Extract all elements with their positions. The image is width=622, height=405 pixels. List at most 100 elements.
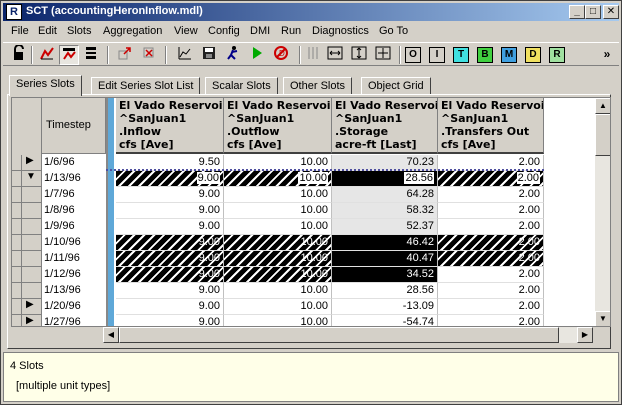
show-i-button[interactable]: I [429,47,445,63]
minimize-button[interactable]: _ [569,5,585,19]
vertical-scrollbar[interactable]: ▲ ▼ [595,98,610,326]
show-b-button[interactable]: B [477,47,493,63]
value-cell[interactable]: 28.56 [332,171,438,187]
value-cell[interactable]: 10.00 [224,299,332,315]
value-cell[interactable]: 28.56 [332,283,438,299]
value-cell[interactable]: 52.37 [332,219,438,235]
row-header[interactable] [12,267,42,283]
tab-scalar-slots[interactable]: Scalar Slots [205,77,278,95]
play-icon[interactable] [247,45,267,65]
plot-icon[interactable] [175,45,195,65]
value-cell[interactable]: 9.00 [116,283,224,299]
value-cell[interactable]: 10.00 [224,267,332,283]
value-cell[interactable]: 2.00 [438,267,544,283]
show-r-button[interactable]: R [549,47,565,63]
value-cell[interactable]: 9.00 [116,235,224,251]
toolbar-overflow-icon[interactable]: » [597,45,617,65]
tab-edit-series-slot-list[interactable]: Edit Series Slot List [91,77,201,95]
value-cell[interactable]: 58.32 [332,203,438,219]
vertical-scroll-thumb[interactable] [595,114,610,156]
value-cell[interactable]: 9.00 [116,251,224,267]
column-header-inflow[interactable]: El Vado Reservoir ^SanJuan1 .Inflow cfs [Av… [116,98,224,154]
value-cell[interactable]: 9.00 [116,299,224,315]
expand-icon[interactable]: ▶ [26,299,34,310]
run-icon[interactable] [223,45,243,65]
column-header-transfers-out[interactable]: El Vado Reservoir ^SanJuan1 .Transfers Out… [438,98,544,154]
value-cell[interactable]: -13.09 [332,299,438,315]
value-cell[interactable]: 9.00 [116,219,224,235]
menu-aggregation[interactable]: Aggregation [103,25,162,37]
value-cell[interactable]: 10.00 [224,235,332,251]
series-slot-icon[interactable] [37,45,57,65]
series-slot-selected-icon[interactable] [59,45,79,65]
scroll-left-icon[interactable]: ◀ [103,327,119,343]
value-cell[interactable]: 46.42 [332,235,438,251]
value-cell[interactable]: 10.00 [224,283,332,299]
value-cell[interactable]: 2.00 [438,235,544,251]
value-cell[interactable]: 10.00 [224,219,332,235]
table-row[interactable]: 1/10/96 9.00 10.00 46.42 2.00 [12,235,595,251]
table-row[interactable]: 1/8/96 9.00 10.00 58.32 2.00 [12,203,595,219]
scroll-down-icon[interactable]: ▼ [595,311,610,326]
horizontal-scrollbar[interactable]: ◀ ▶ [103,327,593,343]
menu-file[interactable]: File [11,25,29,37]
horizontal-scroll-thumb[interactable] [119,327,559,343]
value-cell[interactable]: 10.00 [224,251,332,267]
column-header-storage[interactable]: El Vado Reservoir ^SanJuan1 .Storage acre-f… [332,98,438,154]
title-bar[interactable]: R SCT (accountingHeronInflow.mdl) _ □ ✕ [3,3,619,21]
menu-edit[interactable]: Edit [38,25,57,37]
value-cell[interactable]: 10.00 [224,203,332,219]
fit-width-icon[interactable] [325,45,345,65]
row-header[interactable]: ▶ [12,315,42,326]
value-cell[interactable]: 40.47 [332,251,438,267]
value-cell[interactable]: 9.00 [116,203,224,219]
menu-goto[interactable]: Go To [379,25,408,37]
value-cell[interactable]: 10.00 [224,187,332,203]
table-row[interactable]: ▼ 1/13/96 9.00 10.00 28.56 2.00 [12,171,595,187]
row-header[interactable] [12,187,42,203]
close-button[interactable]: ✕ [603,5,619,19]
row-header[interactable] [12,283,42,299]
row-header[interactable] [12,203,42,219]
value-cell[interactable]: 10.00 [224,171,332,187]
expand-icon[interactable]: ▶ [26,155,34,166]
value-cell[interactable]: 34.52 [332,267,438,283]
row-header[interactable]: ▶ [12,155,42,171]
value-cell[interactable]: 2.00 [438,219,544,235]
value-cell[interactable]: 9.00 [116,187,224,203]
value-cell[interactable]: 2.00 [438,299,544,315]
value-cell[interactable]: 9.00 [116,267,224,283]
move-icon[interactable] [115,45,135,65]
value-cell[interactable]: 2.00 [438,315,544,326]
table-row[interactable]: 1/12/96 9.00 10.00 34.52 2.00 [12,267,595,283]
menu-diagnostics[interactable]: Diagnostics [312,25,369,37]
series-slot-grid[interactable]: Timestep El Vado Reservoir ^SanJuan1 .Infl… [11,97,611,327]
row-header[interactable]: ▼ [12,171,42,187]
value-cell[interactable]: 10.00 [224,315,332,326]
value-cell[interactable]: 2.00 [438,283,544,299]
value-cell[interactable]: 2.00 [438,203,544,219]
lock-icon[interactable] [9,44,29,65]
tab-object-grid[interactable]: Object Grid [361,77,431,95]
table-row[interactable]: ▶ 1/27/96 9.00 10.00 -54.74 2.00 [12,315,595,326]
value-cell[interactable]: -54.74 [332,315,438,326]
row-header[interactable] [12,219,42,235]
scroll-up-icon[interactable]: ▲ [595,98,610,114]
show-m-button[interactable]: M [501,47,517,63]
menu-view[interactable]: View [174,25,198,37]
menu-slots[interactable]: Slots [67,25,91,37]
menu-config[interactable]: Config [208,25,240,37]
show-t-button[interactable]: T [453,47,469,63]
value-cell[interactable]: 64.28 [332,187,438,203]
table-row[interactable]: 1/7/96 9.00 10.00 64.28 2.00 [12,187,595,203]
row-header[interactable] [12,235,42,251]
table-row[interactable]: 1/13/96 9.00 10.00 28.56 2.00 [12,283,595,299]
expand-icon[interactable]: ▶ [26,315,34,326]
row-header[interactable]: ▶ [12,299,42,315]
table-row[interactable]: ▶ 1/20/96 9.00 10.00 -13.09 2.00 [12,299,595,315]
table-row[interactable]: 1/9/96 9.00 10.00 52.37 2.00 [12,219,595,235]
row-header[interactable] [12,251,42,267]
maximize-button[interactable]: □ [585,5,601,19]
table-row[interactable]: 1/11/96 9.00 10.00 40.47 2.00 [12,251,595,267]
tab-series-slots[interactable]: Series Slots [9,75,82,96]
